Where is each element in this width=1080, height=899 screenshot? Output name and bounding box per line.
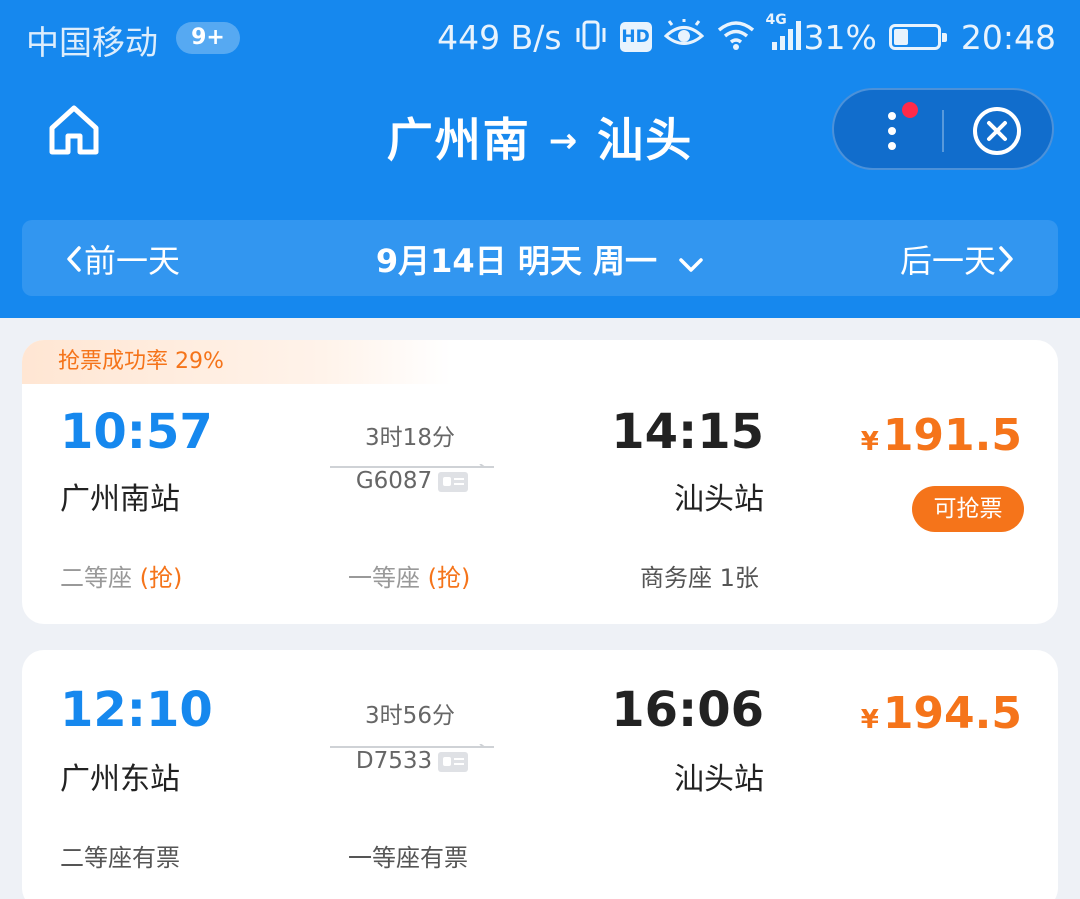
train-number-text: D7533 bbox=[355, 748, 433, 774]
arrival-time: 14:15 bbox=[611, 404, 764, 460]
next-day-label: 后一天 bbox=[899, 242, 996, 280]
seat-first-class: 一等座有票 bbox=[348, 838, 468, 873]
route-arrow: → bbox=[548, 121, 580, 161]
date-selector: 前一天 9月14日 明天 周一 后一天 bbox=[22, 220, 1058, 296]
seat-name: 商务座 bbox=[640, 564, 712, 592]
network-type: 4G bbox=[765, 12, 787, 28]
route-from: 广州南 bbox=[386, 113, 531, 167]
train-number: D7533 bbox=[334, 748, 490, 774]
currency-symbol: ¥ bbox=[860, 427, 879, 457]
arrival-station: 汕头站 bbox=[674, 762, 764, 797]
seat-status: 1张 bbox=[719, 564, 759, 592]
grab-ticket-button[interactable]: 可抢票 bbox=[912, 486, 1024, 532]
status-bar: 中国移动 9+ 449 B/s HD 4G 31% 20:48 bbox=[0, 0, 1080, 76]
ticket-price: ¥194.5 bbox=[861, 688, 1022, 739]
ticket-price: ¥191.5 bbox=[861, 410, 1022, 461]
seat-name: 一等座 bbox=[348, 564, 420, 592]
status-indicators: 449 B/s HD 4G 31% 20:48 bbox=[437, 12, 1056, 60]
seat-second-class: 二等座 (抢) bbox=[60, 558, 182, 593]
close-button[interactable] bbox=[970, 104, 1024, 158]
current-date-label: 9月14日 明天 周一 bbox=[375, 242, 657, 280]
wifi-icon bbox=[716, 19, 756, 55]
seat-status: (抢) bbox=[139, 564, 183, 592]
hd-voice-icon: HD bbox=[619, 22, 652, 52]
seat-name: 一等座 bbox=[348, 844, 420, 872]
duration: 3时18分 bbox=[365, 425, 455, 451]
id-card-icon bbox=[438, 471, 469, 492]
arrival-station: 汕头站 bbox=[674, 482, 764, 517]
train-number-text: G6087 bbox=[355, 468, 433, 494]
arrival-time: 16:06 bbox=[611, 682, 764, 738]
carrier-name: 中国移动 bbox=[26, 23, 158, 62]
home-icon bbox=[49, 105, 99, 155]
seat-first-class: 一等座 (抢) bbox=[348, 558, 470, 593]
seat-business-class: 商务座 1张 bbox=[640, 558, 759, 593]
duration: 3时56分 bbox=[365, 703, 455, 729]
train-number: G6087 bbox=[334, 468, 490, 494]
departure-station: 广州东站 bbox=[60, 762, 180, 797]
train-card[interactable]: 抢票成功率 29% 10:57 广州南站 3时18分 G6087 14:15 汕… bbox=[22, 340, 1058, 624]
seat-second-class: 二等座有票 bbox=[60, 838, 180, 873]
notification-count-badge: 9+ bbox=[176, 22, 240, 54]
seat-status: (抢) bbox=[427, 564, 471, 592]
departure-station: 广州南站 bbox=[60, 482, 180, 517]
grab-success-rate: 抢票成功率 29% bbox=[22, 340, 452, 384]
vibrate-icon bbox=[574, 18, 608, 56]
cellular-signal-icon: 4G bbox=[766, 12, 804, 56]
unread-dot bbox=[902, 102, 918, 118]
battery-icon bbox=[888, 24, 947, 50]
seat-name: 二等座 bbox=[60, 564, 132, 592]
train-card[interactable]: 12:10 广州东站 3时56分 D7533 16:06 汕头站 ¥194.5 … bbox=[22, 650, 1058, 899]
capsule-divider bbox=[942, 110, 944, 152]
battery-percent: 31% bbox=[803, 17, 877, 57]
route-to: 汕头 bbox=[597, 113, 694, 167]
home-button[interactable] bbox=[44, 100, 104, 160]
currency-symbol: ¥ bbox=[860, 705, 879, 735]
route-title: 广州南 → 汕头 bbox=[300, 104, 780, 170]
mini-program-capsule bbox=[832, 88, 1054, 170]
app-header: 中国移动 9+ 449 B/s HD 4G 31% 20:48 广州南 → 汕头… bbox=[0, 0, 1080, 318]
price-value: 194.5 bbox=[882, 688, 1022, 739]
battery-level-fill bbox=[893, 29, 909, 45]
departure-time: 10:57 bbox=[60, 404, 213, 460]
seat-name: 二等座 bbox=[60, 844, 132, 872]
network-speed: 449 B/s bbox=[437, 17, 562, 57]
chevron-right-icon bbox=[999, 246, 1013, 272]
price-value: 191.5 bbox=[882, 410, 1022, 461]
id-card-icon bbox=[438, 751, 469, 772]
clock: 20:48 bbox=[960, 17, 1056, 57]
next-day-button[interactable]: 后一天 bbox=[900, 236, 1016, 282]
seat-status: 有票 bbox=[420, 844, 468, 872]
chevron-down-icon bbox=[678, 244, 704, 282]
close-icon bbox=[973, 107, 1021, 155]
seat-status: 有票 bbox=[132, 844, 180, 872]
departure-time: 12:10 bbox=[60, 682, 213, 738]
eye-comfort-icon bbox=[663, 19, 704, 55]
